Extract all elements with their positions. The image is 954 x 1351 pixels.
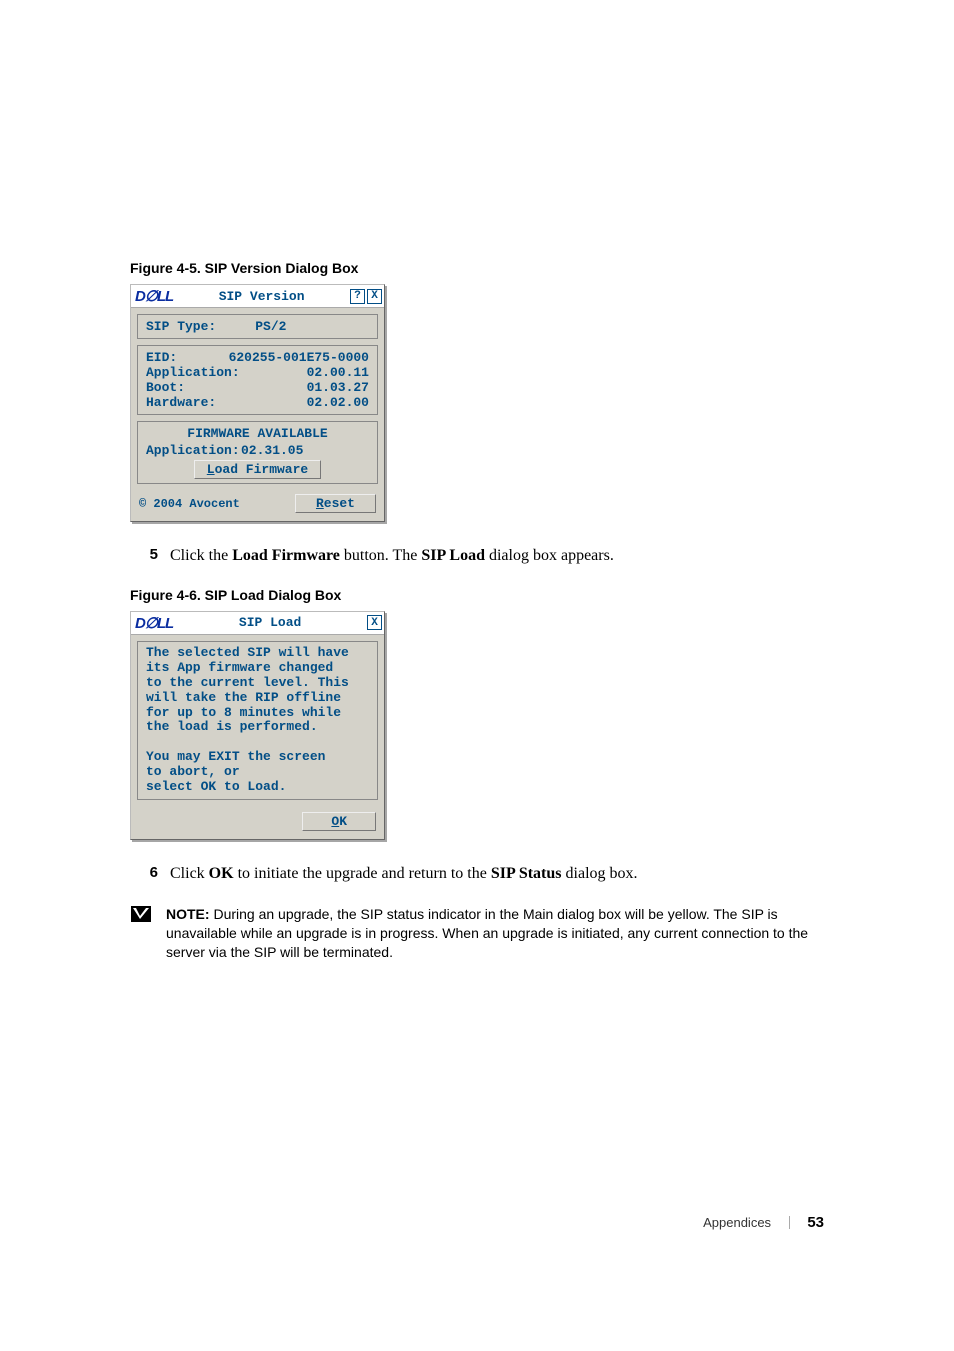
step-number: 6 <box>130 864 170 885</box>
sip-type-value: PS/2 <box>255 319 286 334</box>
msg-line: its App firmware changed <box>146 661 369 676</box>
footer-separator <box>789 1216 790 1229</box>
firmware-panel: FIRMWARE AVAILABLE Application: 02.31.05… <box>137 421 378 484</box>
load-firmware-button[interactable]: Load Firmware <box>194 460 321 479</box>
page-number: 53 <box>807 1214 824 1231</box>
sip-type-panel: SIP Type: PS/2 <box>137 314 378 339</box>
step-number: 5 <box>130 546 170 567</box>
fw-application-value: 02.31.05 <box>241 443 303 458</box>
step5-dlg: SIP Load <box>421 547 485 564</box>
sip-version-dialog: D∅LL SIP Version ? X SIP Type: PS/2 EID:… <box>130 284 385 522</box>
footer-section: Appendices <box>703 1215 771 1230</box>
step5-pre: Click the <box>170 547 232 564</box>
application-value: 02.00.11 <box>241 365 369 380</box>
step-text: Click OK to initiate the upgrade and ret… <box>170 864 824 885</box>
dell-logo: D∅LL <box>135 287 173 305</box>
step5-post: dialog box appears. <box>485 547 614 564</box>
step6-mid: to initiate the upgrade and return to th… <box>234 865 491 882</box>
document-page: Figure 4-5. SIP Version Dialog Box D∅LL … <box>0 0 954 1351</box>
hardware-value: 02.02.00 <box>241 395 369 410</box>
msg-line: The selected SIP will have <box>146 646 369 661</box>
copyright-text: © 2004 Avocent <box>139 497 240 511</box>
msg-line: to abort, or <box>146 765 369 780</box>
eid-value: 620255-001E75-0000 <box>194 350 369 365</box>
dialog-title: SIP Load <box>173 615 367 630</box>
msg-line: the load is performed. <box>146 720 369 735</box>
note-icon <box>130 905 154 962</box>
dialog-title: SIP Version <box>173 289 350 304</box>
note-body: During an upgrade, the SIP status indica… <box>166 906 808 960</box>
reset-button[interactable]: Reset <box>295 494 376 513</box>
note-label: NOTE: <box>166 906 213 922</box>
dell-logo: D∅LL <box>135 614 173 632</box>
step5-btn: Load Firmware <box>232 547 340 564</box>
figure-4-6-caption: Figure 4-6. SIP Load Dialog Box <box>130 587 824 603</box>
sip-load-dialog: D∅LL SIP Load X The selected SIP will ha… <box>130 611 385 840</box>
close-icon[interactable]: X <box>367 289 382 304</box>
step6-dlg: SIP Status <box>491 865 562 882</box>
step-6: 6 Click OK to initiate the upgrade and r… <box>130 864 824 885</box>
note-text: NOTE: During an upgrade, the SIP status … <box>154 905 824 962</box>
application-label: Application: <box>146 365 241 380</box>
step6-pre: Click <box>170 865 209 882</box>
note-block: NOTE: During an upgrade, the SIP status … <box>130 905 824 962</box>
msg-line: select OK to Load. <box>146 780 369 795</box>
step5-mid: button. The <box>340 547 421 564</box>
msg-line: will take the RIP offline <box>146 691 369 706</box>
version-info-panel: EID: 620255-001E75-0000 Application: 02.… <box>137 345 378 415</box>
sip-load-message-panel: The selected SIP will have its App firmw… <box>137 641 378 800</box>
close-icon[interactable]: X <box>367 615 382 630</box>
hardware-label: Hardware: <box>146 395 241 410</box>
figure-4-5-caption: Figure 4-5. SIP Version Dialog Box <box>130 260 824 276</box>
msg-line: to the current level. This <box>146 676 369 691</box>
titlebar: D∅LL SIP Load X <box>131 612 384 635</box>
msg-line: for up to 8 minutes while <box>146 706 369 721</box>
msg-line: You may EXIT the screen <box>146 750 369 765</box>
titlebar: D∅LL SIP Version ? X <box>131 285 384 308</box>
step-text: Click the Load Firmware button. The SIP … <box>170 546 824 567</box>
step-5: 5 Click the Load Firmware button. The SI… <box>130 546 824 567</box>
boot-value: 01.03.27 <box>241 380 369 395</box>
step6-post: dialog box. <box>562 865 638 882</box>
ok-button[interactable]: OK <box>302 812 376 831</box>
help-icon[interactable]: ? <box>350 289 365 304</box>
eid-label: EID: <box>146 350 194 365</box>
step6-ok: OK <box>209 865 234 882</box>
page-footer: Appendices 53 <box>703 1214 824 1231</box>
firmware-available-header: FIRMWARE AVAILABLE <box>146 426 369 441</box>
sip-type-label: SIP Type: <box>146 319 216 334</box>
boot-label: Boot: <box>146 380 241 395</box>
fw-application-label: Application: <box>146 443 241 458</box>
